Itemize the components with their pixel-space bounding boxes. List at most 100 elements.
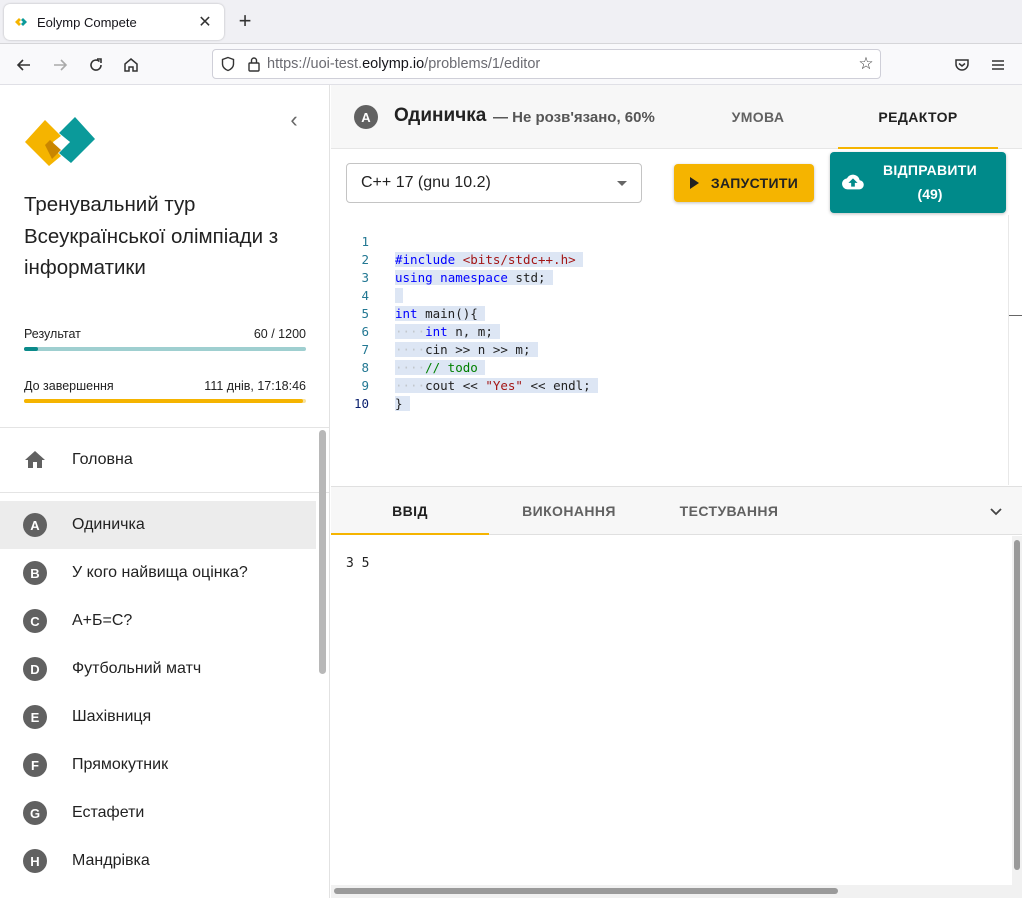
tab-testing[interactable]: ТЕСТУВАННЯ [649,487,809,535]
problem-letter-badge: D [23,657,47,681]
active-tab-indicator [838,147,998,149]
language-select[interactable]: C++ 17 (gnu 10.2) [346,163,642,203]
cloud-upload-icon [842,174,864,190]
tab-input[interactable]: ВВІД [331,487,489,535]
close-tab-icon[interactable]: ✕ [196,12,214,32]
problem-letter-badge: A [354,105,378,129]
home-icon[interactable] [117,51,145,79]
input-text: 3 5 [346,556,370,571]
tab-statement[interactable]: УМОВА [693,85,823,149]
editor-cursor-marker [1009,315,1022,316]
hamburger-menu-icon[interactable] [984,51,1012,79]
code-line: 6 ····cin >> n >> m; [331,305,1008,357]
browser-tab-bar: Eolymp Compete ✕ + [0,0,1022,44]
tab-execution[interactable]: ВИКОНАННЯ [489,487,649,535]
code-line: 3 [331,251,1008,303]
lock-icon[interactable] [243,50,265,78]
problem-header: A Одиничка — Не розв'язано, 60% УМОВА РЕ… [331,85,1022,149]
result-progress-track [24,347,306,351]
problem-title: У кого найвища оцінка? [72,564,248,581]
divider [0,427,329,428]
url-text[interactable]: https://uoi-test.eolymp.io/problems/1/ed… [267,56,852,72]
main-panel: A Одиничка — Не розв'язано, 60% УМОВА РЕ… [331,85,1022,898]
problem-title: Одиничка [72,516,145,533]
eolymp-favicon-icon [15,18,27,26]
problem-letter-badge: F [23,753,47,777]
submit-count: (49) [917,186,943,202]
time-row: До завершення 111 днів, 17:18:46 [24,379,306,393]
result-row: Результат 60 / 1200 [24,327,306,341]
result-value: 60 / 1200 [253,327,306,341]
browser-tab[interactable]: Eolymp Compete ✕ [4,4,224,40]
problem-title: Мандрівка [72,852,150,869]
contest-title: Тренувальний тур Всеукраїнської олімпіад… [24,193,279,279]
problem-item-h[interactable]: H Мандрівка [0,837,316,885]
problem-item-g[interactable]: G Естафети [0,789,316,837]
nav-item-label: Головна [72,451,133,468]
forward-arrow-icon[interactable] [46,51,74,79]
editor-overview-ruler [1008,215,1009,485]
problem-title: А+Б=С? [72,612,133,629]
reload-icon[interactable] [82,51,110,79]
shield-icon[interactable] [213,50,243,78]
problem-letter-badge: H [23,849,47,873]
problem-letter-badge: G [23,801,47,825]
sidebar-scrollbar[interactable] [319,430,326,674]
back-arrow-icon[interactable] [10,51,38,79]
problem-letter-badge: C [23,609,47,633]
code-line: 1 #include <bits/stdc++.h> [331,215,1008,267]
input-horizontal-scrollbar[interactable] [331,885,1022,898]
language-select-value: C++ 17 (gnu 10.2) [361,174,491,191]
input-vertical-scrollbar[interactable] [1012,536,1022,886]
nav-item-home[interactable]: Головна [0,436,316,484]
scrollbar-thumb[interactable] [1014,540,1020,870]
line-number: 10 [353,396,369,411]
problem-title: Прямокутник [72,756,169,773]
chevron-down-icon[interactable] [987,502,1005,520]
problem-letter-badge: B [23,561,47,585]
problem-letter-badge: E [23,705,47,729]
code-line: 7 ····// todo [331,323,1008,375]
browser-tab-title: Eolymp Compete [37,14,137,30]
submit-button[interactable]: ВІДПРАВИТИ (49) [830,152,1006,213]
active-tab-indicator [331,533,489,535]
time-label: До завершення [24,379,114,393]
new-tab-button[interactable]: + [233,10,257,34]
code-editor[interactable]: 1 #include <bits/stdc++.h> 2 using names… [331,215,1008,485]
code-line: 10 [331,377,1008,411]
run-button-label: ЗАПУСТИТИ [710,175,799,191]
problem-item-c[interactable]: C А+Б=С? [0,597,316,645]
problem-item-f[interactable]: F Прямокутник [0,741,316,789]
collapse-sidebar-chevron-icon[interactable]: ‹ [284,107,304,132]
code-line: 8 ····cout << "Yes" << endl; [331,341,1008,393]
problem-letter-badge: A [23,513,47,537]
problem-item-d[interactable]: D Футбольний матч [0,645,316,693]
dropdown-arrow-icon [617,181,627,186]
input-textarea[interactable]: 3 5 [331,536,1011,884]
contest-sidebar: ‹ Тренувальний тур Всеукраїнської олімпі… [0,85,330,898]
tab-editor[interactable]: РЕДАКТОР [838,85,998,149]
problem-item-e[interactable]: E Шахівниця [0,693,316,741]
problem-title: Естафети [72,804,145,821]
result-label: Результат [24,327,81,341]
url-bar[interactable]: https://uoi-test.eolymp.io/problems/1/ed… [212,49,881,79]
eolymp-logo-icon [25,117,95,166]
play-icon [689,177,699,189]
scrollbar-thumb[interactable] [334,888,838,894]
submit-button-label: ВІДПРАВИТИ [882,162,978,178]
code-text: } [395,396,411,411]
run-button[interactable]: ЗАПУСТИТИ [674,164,814,202]
browser-nav-bar: https://uoi-test.eolymp.io/problems/1/ed… [0,44,1022,85]
problem-item-b[interactable]: B У кого найвища оцінка? [0,549,316,597]
divider [0,492,329,493]
code-line: 5 ····int n, m; [331,287,1008,339]
result-progress-bar [24,347,39,351]
pocket-icon[interactable] [948,51,976,79]
code-line: 2 using namespace std; [331,233,1008,285]
time-progress-track [24,399,306,403]
code-line: 9 } [331,359,1008,411]
bookmark-star-icon[interactable]: ☆ [852,54,880,74]
problem-title: Одиничка [394,105,487,126]
home-icon [25,451,45,468]
problem-item-a[interactable]: A Одиничка [0,501,316,549]
